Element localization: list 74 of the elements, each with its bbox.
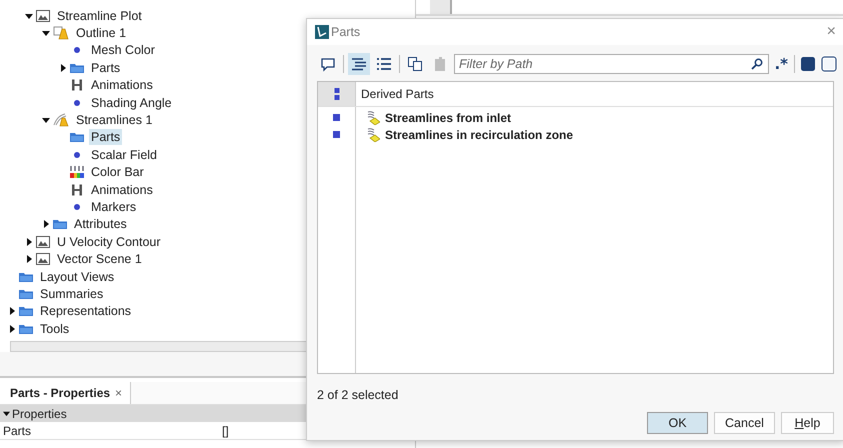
clipboard-icon xyxy=(432,56,448,72)
folder-icon xyxy=(70,62,84,74)
search-icon xyxy=(751,58,764,70)
expand-arrow-icon[interactable] xyxy=(25,12,33,20)
tree-item[interactable]: Scalar Field xyxy=(89,146,159,163)
close-icon[interactable]: × xyxy=(115,386,122,400)
filled-square-icon[interactable] xyxy=(800,56,816,72)
streamline-icon xyxy=(53,113,69,128)
filter-field[interactable]: Filter by Path xyxy=(454,54,770,74)
part-name[interactable]: Streamlines from inlet xyxy=(385,110,512,124)
tree-item[interactable]: Markers xyxy=(89,198,138,215)
selection-marker-icon[interactable] xyxy=(333,131,340,138)
image-icon xyxy=(36,236,50,248)
copy-icon xyxy=(407,56,423,72)
tree-item[interactable]: Streamline Plot xyxy=(55,8,144,24)
tree-item[interactable]: Summaries xyxy=(38,286,106,302)
empty-square-icon[interactable] xyxy=(821,56,837,72)
splitter-handle[interactable] xyxy=(430,0,452,14)
streamline-icon xyxy=(366,110,380,124)
tree-item[interactable]: Parts xyxy=(89,129,122,146)
app-icon xyxy=(315,25,329,39)
tree-item[interactable]: Color Bar xyxy=(89,164,146,180)
expand-arrow-icon[interactable] xyxy=(8,324,16,333)
tree-item[interactable]: Streamlines 1 xyxy=(74,112,154,128)
image-icon xyxy=(36,10,50,22)
color-bar-icon xyxy=(70,166,84,178)
folder-icon xyxy=(19,322,33,335)
tree-item[interactable]: Animations xyxy=(89,77,155,94)
close-icon[interactable]: × xyxy=(826,23,836,41)
folder-icon xyxy=(70,131,84,144)
tree-item[interactable]: Layout Views xyxy=(38,268,116,285)
tree-item[interactable]: Attributes xyxy=(72,216,129,232)
indented-list-icon xyxy=(351,56,367,72)
tree-item[interactable]: Outline 1 xyxy=(74,25,128,42)
selection-count: 2 of 2 selected xyxy=(316,387,400,402)
tree-item[interactable]: U Velocity Contour xyxy=(55,234,163,250)
expand-arrow-icon[interactable] xyxy=(42,220,50,228)
expand-arrow-icon[interactable] xyxy=(42,116,50,124)
tree-item[interactable]: Tools xyxy=(38,320,72,337)
expand-arrow-icon[interactable] xyxy=(3,410,10,417)
expand-arrow-icon[interactable] xyxy=(42,29,50,38)
column-marker-icon xyxy=(334,87,340,101)
folder-icon xyxy=(19,270,33,283)
folder-icon xyxy=(53,218,67,230)
folder-icon xyxy=(19,305,33,318)
property-value[interactable]: [] xyxy=(219,424,229,438)
tree-item[interactable]: Parts xyxy=(89,60,122,76)
list-icon xyxy=(376,56,392,72)
regex-toggle[interactable]: .* xyxy=(772,55,790,73)
dialog-title: Parts xyxy=(331,25,360,39)
selection-marker-icon[interactable] xyxy=(333,114,340,121)
cancel-button[interactable]: Cancel xyxy=(714,412,775,434)
tree-item[interactable]: Mesh Color xyxy=(89,42,157,58)
expand-arrow-icon[interactable] xyxy=(59,64,67,72)
streamline-icon xyxy=(366,128,380,142)
help-button[interactable]: Help xyxy=(781,412,834,434)
tree-item[interactable]: Representations xyxy=(38,303,134,320)
tree-item[interactable]: Vector Scene 1 xyxy=(55,251,144,268)
tree-item[interactable]: Animations xyxy=(89,182,155,198)
folder-icon xyxy=(19,288,33,300)
image-icon xyxy=(36,253,50,266)
ok-button[interactable]: OK xyxy=(647,412,708,434)
tree-item[interactable]: Shading Angle xyxy=(89,94,174,111)
tree-view-button[interactable] xyxy=(348,53,370,75)
expand-arrow-icon[interactable] xyxy=(8,307,16,316)
property-name: Parts xyxy=(2,424,32,438)
speech-bubble-icon xyxy=(320,56,336,72)
part-name[interactable]: Streamlines in recirculation zone xyxy=(385,128,574,142)
section-title: Properties xyxy=(12,406,67,420)
panel-tab[interactable]: Parts - Properties × xyxy=(0,382,132,404)
outline-icon xyxy=(53,26,69,40)
expand-arrow-icon[interactable] xyxy=(25,255,33,264)
column-header[interactable]: Derived Parts xyxy=(356,82,434,106)
expand-arrow-icon[interactable] xyxy=(25,238,33,246)
